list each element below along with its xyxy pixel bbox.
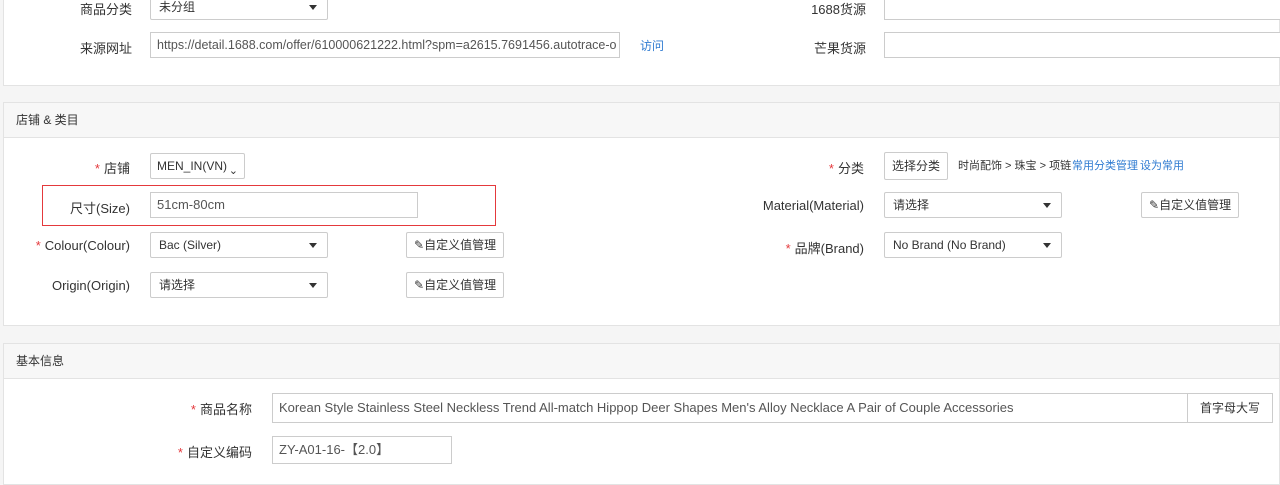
url-label: 来源网址 [79, 41, 132, 56]
origin-custom-value-button[interactable]: ✎自定义值管理 [406, 272, 505, 298]
chevron-down-icon: ⌄ [228, 165, 238, 177]
choose-category-button[interactable]: 选择分类 [884, 152, 949, 180]
store-value: MEN_IN(VN) [157, 159, 228, 173]
mango-label: 芒果货源 [813, 41, 866, 56]
caret-down-icon [309, 5, 317, 10]
brand-label: * 品牌(Brand) [785, 241, 864, 256]
size-label: 尺寸(Size) [70, 201, 130, 216]
colour-value: Bac (Silver) [159, 238, 222, 252]
store-category-title: 店铺 & 类目 [4, 103, 1279, 138]
custom-code-label: * 自定义编码 [177, 445, 252, 460]
colour-label: * Colour(Colour) [35, 238, 130, 253]
product-category-value: 未分组 [159, 0, 196, 14]
edit-icon: ✎ [1149, 198, 1160, 212]
brand-value: No Brand (No Brand) [893, 238, 1006, 252]
material-label: Material(Material) [762, 198, 864, 213]
src1688-input[interactable] [884, 0, 1280, 20]
origin-value: 请选择 [159, 278, 196, 292]
edit-icon: ✎ [414, 238, 425, 252]
source-url-input[interactable]: https://detail.1688.com/offer/6100006212… [150, 32, 620, 58]
caret-down-icon [1043, 243, 1051, 248]
caret-down-icon [309, 243, 317, 248]
visit-link[interactable]: 访问 [640, 37, 664, 54]
store-label: * 店铺 [94, 161, 130, 176]
basic-info-title: 基本信息 [4, 344, 1279, 379]
source-panel: 商品分类 未分组 1688货源 来源网址 https://detail.1688… [3, 0, 1280, 86]
brand-select[interactable]: No Brand (No Brand) [884, 232, 1062, 258]
category-label: 商品分类 [79, 2, 132, 17]
capitalize-button[interactable]: 首字母大写 [1187, 393, 1273, 423]
store-category-panel: 店铺 & 类目 * 店铺 MEN_IN(VN) ⌄ 尺寸(Size) 51cm-8… [3, 102, 1280, 326]
product-category-select[interactable]: 未分组 [150, 0, 328, 20]
store-select[interactable]: MEN_IN(VN) ⌄ [150, 153, 245, 179]
caret-down-icon [309, 283, 317, 288]
colour-custom-value-button[interactable]: ✎自定义值管理 [406, 232, 505, 258]
product-name-input[interactable]: Korean Style Stainless Steel Neckless Tr… [272, 393, 1188, 423]
src1688-label: 1688货源 [811, 2, 866, 17]
set-common-link[interactable]: 设为常用 [1140, 157, 1184, 173]
edit-icon: ✎ [414, 278, 425, 292]
origin-label: Origin(Origin) [51, 278, 130, 293]
category-label: * 分类 [828, 161, 864, 176]
material-select[interactable]: 请选择 [884, 192, 1062, 218]
material-value: 请选择 [893, 198, 930, 212]
common-category-link[interactable]: 常用分类管理 [1072, 157, 1138, 173]
caret-down-icon [1043, 203, 1051, 208]
size-input[interactable]: 51cm-80cm [150, 192, 418, 218]
basic-info-panel: 基本信息 * 商品名称 Korean Style Stainless Steel … [3, 343, 1280, 485]
product-name-label: * 商品名称 [190, 402, 252, 417]
colour-select[interactable]: Bac (Silver) [150, 232, 328, 258]
mango-source-input[interactable] [884, 32, 1280, 58]
custom-code-input[interactable]: ZY-A01-16-【2.0】 [272, 436, 452, 464]
origin-select[interactable]: 请选择 [150, 272, 328, 298]
category-path: 时尚配饰 > 珠宝 > 项链 [958, 160, 1072, 172]
material-custom-value-button[interactable]: ✎自定义值管理 [1141, 192, 1240, 218]
